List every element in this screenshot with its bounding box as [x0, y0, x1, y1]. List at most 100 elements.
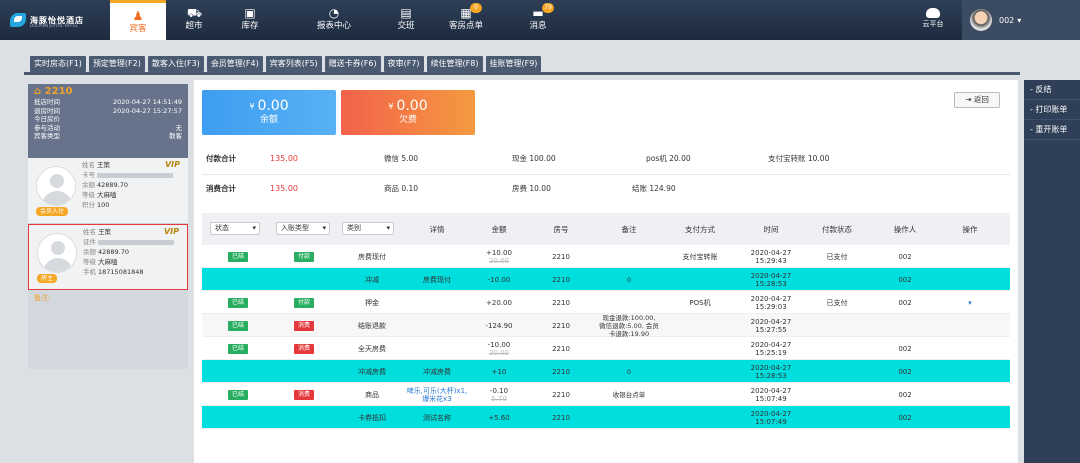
detail-cell[interactable]: 测试名称	[402, 406, 472, 429]
category-cell: 房费现付	[358, 252, 386, 261]
nav-label: 超市	[185, 21, 203, 31]
tab-3[interactable]: 会员管理(F4)	[206, 56, 263, 72]
field-label: 积分	[82, 201, 95, 209]
guest-field: 余额 42889.70	[83, 247, 174, 257]
time: 15:07:49	[755, 417, 787, 426]
pay-status-cell	[802, 360, 872, 383]
cloud-platform-button[interactable]: 云平台	[918, 0, 948, 40]
status-cell	[210, 268, 266, 291]
nav-item-1[interactable]: ⛟ 超市	[166, 0, 222, 40]
table-row[interactable]: 已结 消费 全天房费 -10.00 20.00 2210 2020-04-27 15:25:1…	[202, 337, 1010, 360]
right-action-0[interactable]: - 反结	[1024, 80, 1080, 100]
tab-5[interactable]: 赠送卡券(F6)	[324, 56, 381, 72]
amount-value: +10	[491, 367, 507, 376]
room-cell: 2210	[552, 275, 570, 284]
field-label: 余额	[82, 181, 95, 189]
guest-field: 手机 18715081848	[83, 267, 174, 277]
guest-tag: 会员入住	[36, 207, 69, 216]
box-icon: ▣	[244, 6, 256, 20]
field-value: 18715081848	[98, 268, 144, 276]
owe-card: ¥0.00 欠费	[341, 90, 475, 135]
table-row[interactable]: 已结 消费 结账退款 -124.90 2210 现金退款:100.00, 微信退款:5.0…	[202, 314, 1010, 338]
handover-icon: ▤	[400, 6, 412, 20]
type-badge: 付款	[293, 251, 314, 262]
operation-cell	[935, 360, 1005, 383]
table-row[interactable]: 已结 付款 押金 +20.00 2210 POS机 2020-04-27 15:29:03 已支…	[202, 291, 1010, 314]
detail-cell[interactable]: 房费现付	[402, 268, 472, 291]
note-cell: 0	[626, 275, 632, 284]
nav-item-5[interactable]: ▦ 客房点单 0	[438, 0, 494, 40]
type-cell: 付款	[276, 245, 332, 268]
category-filter[interactable]: 类别	[342, 222, 394, 235]
table-header: 状态 入账类型 类别 详情 金额 房号 备注 支付方式 时间 付款状态 操作人 …	[202, 213, 1010, 245]
amount-value: +20.00	[486, 298, 512, 307]
date: 2020-04-27	[750, 340, 792, 349]
date: 2020-04-27	[750, 386, 792, 395]
time-cell: 2020-04-27 15:25:19	[736, 337, 806, 360]
detail-cell[interactable]: 冲减房费	[402, 360, 472, 383]
status-badge: 已结	[227, 251, 248, 262]
type-badge: 消费	[293, 320, 314, 331]
nav-item-2[interactable]: ▣ 库存	[222, 0, 278, 40]
table-row[interactable]: 已结 付款 房费现付 +10.00 20.00 2210 支付宝转账 2020-04-27 15…	[202, 245, 1010, 268]
status-cell: 已结	[210, 383, 266, 406]
operator-cell: 002	[898, 252, 912, 261]
room-info-row: 抵店时间 2020-04-27 14:51:49	[34, 98, 182, 107]
note-cell	[594, 406, 664, 429]
table-row[interactable]: 冲减房费 冲减房费 +10 2210 0 2020-04-27 15:28:53 002	[202, 360, 1010, 383]
guest-card-owner[interactable]: VIP 姓名 王策 证件 余额 42889.70 等级 大麻嗑 手机 18715081848 房主	[28, 224, 188, 290]
tab-7[interactable]: 续住管理(F8)	[426, 56, 483, 72]
status-cell: 已结	[210, 245, 266, 268]
tab-6[interactable]: 夜审(F7)	[383, 56, 424, 72]
type-cell	[276, 360, 332, 383]
right-action-1[interactable]: - 打印账单	[1024, 100, 1080, 120]
amount-value: +10.00	[486, 248, 512, 257]
back-button[interactable]: ⇥ 返回	[954, 92, 1000, 108]
amount-wrap: -10.00 20.00	[488, 341, 511, 357]
field-value: 王策	[97, 161, 110, 169]
amount-cell: +5.60	[464, 406, 534, 429]
note-cell: 收银台点单	[612, 390, 646, 399]
table-row[interactable]: 冲减 房费现付 -10.00 2210 0 2020-04-27 15:28:53 002	[202, 268, 1010, 291]
nav-item-6[interactable]: ▬ 消息 79	[510, 0, 566, 40]
guest-field: 姓名 王策	[82, 160, 173, 170]
time-wrap: 2020-04-27 15:07:49	[751, 410, 792, 426]
detail-cell[interactable]: 啤乐,可乐(大杯)x1, 爆米花x3	[402, 383, 472, 406]
nav-item-0[interactable]: ♟ 宾客	[110, 0, 166, 40]
tab-2[interactable]: 散客入住(F3)	[147, 56, 204, 72]
pay-status-cell	[802, 337, 872, 360]
operation-cell	[935, 383, 1005, 406]
pay-status-cell: 已支付	[826, 298, 848, 307]
entry-type-filter[interactable]: 入账类型	[276, 222, 330, 235]
room-info-row: 退房时间 2020-04-27 15:27:57	[34, 107, 182, 116]
pay-status-cell: 已支付	[826, 252, 848, 261]
operation-cell	[935, 268, 1005, 291]
guest-card-member[interactable]: VIP 姓名 王策 卡号 余额 42889.70 等级 大麻嗑 积分 100 会员入住	[28, 158, 188, 224]
operation-cell[interactable]: ▾	[935, 291, 1005, 314]
table-row[interactable]: 卡券抵扣 测试名称 +5.60 2210 2020-04-27 15:07:49 002	[202, 406, 1010, 429]
right-action-2[interactable]: - 重开账单	[1024, 120, 1080, 140]
amount-cell: +10	[464, 360, 534, 383]
consumption-total: 135.00	[270, 184, 298, 193]
status-filter[interactable]: 状态	[210, 222, 260, 235]
tab-4[interactable]: 宾客列表(F5)	[265, 56, 322, 72]
redacted-id	[97, 172, 173, 178]
date: 2020-04-27	[750, 409, 792, 418]
status-cell: 已结	[210, 291, 266, 314]
type-cell: 消费	[276, 314, 332, 337]
nav-item-3[interactable]: ◔ 报表中心	[306, 0, 362, 40]
table-row[interactable]: 已结 消费 商品 啤乐,可乐(大杯)x1, 爆米花x3 -0.10 5.70 2210 收银台…	[202, 383, 1010, 406]
field-value: 大麻嗑	[98, 258, 118, 266]
room-info-value: 2020-04-27 15:27:57	[112, 106, 182, 115]
detail-cell	[402, 291, 472, 314]
type-badge: 消费	[293, 389, 314, 400]
balance-card: ¥0.00 余额	[202, 90, 336, 135]
date: 2020-04-27	[750, 363, 792, 372]
tab-1[interactable]: 预定管理(F2)	[88, 56, 145, 72]
operation-cell	[935, 337, 1005, 360]
user-menu[interactable]: 002 ▾	[962, 0, 1080, 40]
status-badge: 已结	[227, 297, 248, 308]
tab-0[interactable]: 实时房态(F1)	[30, 56, 86, 72]
tab-8[interactable]: 挂账管理(F9)	[485, 56, 542, 72]
nav-item-4[interactable]: ▤ 交班	[378, 0, 434, 40]
